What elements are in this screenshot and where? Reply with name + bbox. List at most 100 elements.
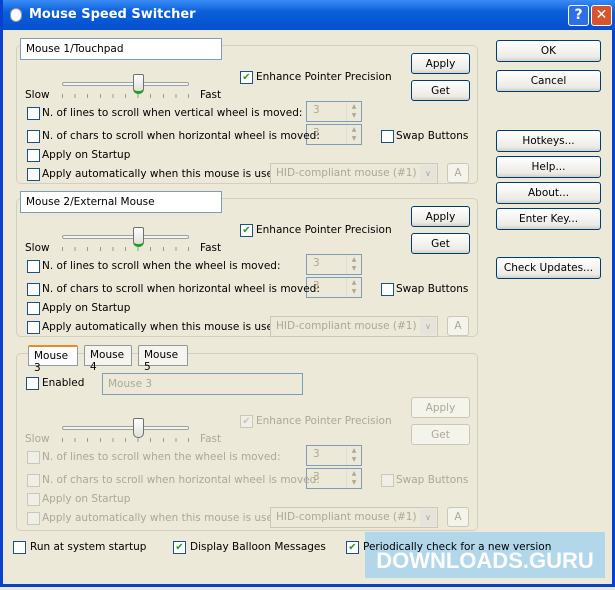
mouse3-startup-checkbox[interactable]: [27, 493, 40, 506]
chevron-down-icon[interactable]: ∨: [420, 318, 436, 335]
help-button[interactable]: Help...: [496, 156, 601, 178]
watermark-logo: DOWNLOADS.GURU: [365, 532, 605, 578]
run-startup-checkbox[interactable]: [13, 541, 26, 554]
spinner-arrows-icon[interactable]: ▲ ▼: [346, 255, 361, 274]
slow-label: Slow: [25, 242, 50, 254]
device-select-value: HID-compliant mouse (#1): [276, 167, 417, 179]
mouse3-swap-checkbox[interactable]: [381, 474, 394, 487]
auto-label: Apply automatically when this mouse is u…: [42, 321, 284, 333]
fast-label: Fast: [200, 89, 222, 101]
mouse2-startup-checkbox[interactable]: [27, 302, 40, 315]
periodic-check-checkbox[interactable]: ✔: [346, 541, 359, 554]
mouse1-swap-checkbox[interactable]: [381, 130, 394, 143]
mouse1-chars-checkbox[interactable]: [27, 130, 40, 143]
check-updates-button[interactable]: Check Updates...: [496, 257, 601, 279]
mouse2-device-select[interactable]: HID-compliant mouse (#1) ∨: [270, 316, 438, 337]
mouse3-chars-checkbox[interactable]: [27, 474, 40, 487]
mouse2-get-button[interactable]: Get: [411, 233, 470, 254]
mouse3-get-button[interactable]: Get: [411, 424, 470, 445]
device-select-value: HID-compliant mouse (#1): [276, 320, 417, 332]
mouse3-slider-ticks: [62, 438, 192, 442]
mouse3-a-button[interactable]: A: [447, 507, 469, 527]
auto-label: Apply automatically when this mouse is u…: [42, 168, 284, 180]
help-title-button[interactable]: ?: [568, 5, 589, 26]
mouse2-swap-checkbox[interactable]: [381, 283, 394, 296]
mouse3-speed-slider-thumb[interactable]: [132, 418, 144, 438]
startup-label: Apply on Startup: [42, 493, 131, 505]
spinner-value[interactable]: 3: [313, 257, 320, 269]
spinner-arrows-icon[interactable]: ▲ ▼: [346, 469, 361, 488]
hotkeys-button[interactable]: Hotkeys...: [496, 130, 601, 152]
chevron-down-icon[interactable]: ∨: [420, 509, 436, 526]
about-button[interactable]: About...: [496, 182, 601, 204]
mouse3-speed-slider-track[interactable]: [62, 426, 189, 430]
balloon-checkbox[interactable]: ✔: [173, 541, 186, 554]
startup-label: Apply on Startup: [42, 149, 131, 161]
tab-mouse-4[interactable]: Mouse 4: [84, 345, 132, 373]
fast-label: Fast: [200, 242, 222, 254]
mouse3-name-input[interactable]: Mouse 3: [102, 373, 303, 395]
slow-label: Slow: [25, 433, 50, 445]
spinner-arrows-icon[interactable]: ▲ ▼: [346, 446, 361, 465]
mouse3-enhance-checkbox[interactable]: ✔: [240, 415, 253, 428]
mouse2-enhance-checkbox[interactable]: ✔: [240, 224, 253, 237]
chars-label: N. of chars to scroll when horizontal wh…: [42, 474, 320, 486]
mouse2-auto-checkbox[interactable]: [27, 321, 40, 334]
mouse2-slider-ticks: [62, 247, 192, 251]
chars-label: N. of chars to scroll when horizontal wh…: [42, 283, 320, 295]
slow-label: Slow: [25, 89, 50, 101]
mouse3-lines-spinner[interactable]: 3 ▲ ▼: [306, 445, 362, 466]
mouse1-lines-checkbox[interactable]: [27, 107, 40, 120]
spinner-arrows-icon[interactable]: ▲ ▼: [346, 125, 361, 144]
ok-button[interactable]: OK: [496, 40, 601, 62]
spinner-value[interactable]: 3: [313, 104, 320, 116]
mouse1-auto-checkbox[interactable]: [27, 168, 40, 181]
mouse2-speed-slider-track[interactable]: [62, 235, 189, 239]
close-button[interactable]: ✕: [591, 5, 612, 26]
mouse1-enhance-checkbox[interactable]: ✔: [240, 71, 253, 84]
mouse1-a-button[interactable]: A: [447, 163, 469, 183]
enhance-label: Enhance Pointer Precision: [256, 415, 392, 427]
enabled-label: Enabled: [42, 377, 85, 389]
mouse1-apply-button[interactable]: Apply: [411, 53, 470, 74]
spinner-value[interactable]: 3: [313, 448, 320, 460]
fast-label: Fast: [200, 433, 222, 445]
mouse1-speed-slider-track[interactable]: [62, 82, 189, 86]
lines-label: N. of lines to scroll when the wheel is …: [42, 451, 281, 463]
mouse3-lines-checkbox[interactable]: [27, 451, 40, 464]
chars-label: N. of chars to scroll when horizontal wh…: [42, 130, 320, 142]
mouse3-apply-button[interactable]: Apply: [411, 397, 470, 418]
swap-label: Swap Buttons: [396, 283, 469, 295]
mouse2-lines-spinner[interactable]: 3 ▲ ▼: [306, 254, 362, 275]
mouse3-device-select[interactable]: HID-compliant mouse (#1) ∨: [270, 507, 438, 528]
startup-label: Apply on Startup: [42, 302, 131, 314]
mouse2-name-input[interactable]: Mouse 2/External Mouse: [20, 191, 222, 213]
mouse1-slider-ticks: [62, 94, 192, 98]
chevron-down-icon[interactable]: ∨: [420, 165, 436, 182]
window-title: Mouse Speed Switcher: [29, 7, 196, 22]
mouse1-get-button[interactable]: Get: [411, 80, 470, 101]
tab-mouse-5[interactable]: Mouse 5: [138, 345, 188, 373]
mouse2-lines-checkbox[interactable]: [27, 260, 40, 273]
spinner-arrows-icon[interactable]: ▲ ▼: [346, 102, 361, 121]
mouse1-lines-spinner[interactable]: 3 ▲ ▼: [306, 101, 362, 122]
enter-key-button[interactable]: Enter Key...: [496, 208, 601, 230]
mouse2-a-button[interactable]: A: [447, 316, 469, 336]
mouse3-enabled-checkbox[interactable]: [26, 377, 39, 390]
mouse3-auto-checkbox[interactable]: [27, 512, 40, 525]
tab-mouse-3[interactable]: Mouse 3: [28, 345, 78, 374]
mouse2-speed-slider-thumb[interactable]: [132, 227, 144, 247]
cancel-button[interactable]: Cancel: [496, 70, 601, 92]
enhance-label: Enhance Pointer Precision: [256, 71, 392, 83]
mouse1-speed-slider-thumb[interactable]: [132, 74, 144, 94]
mouse1-device-select[interactable]: HID-compliant mouse (#1) ∨: [270, 163, 438, 184]
mouse2-apply-button[interactable]: Apply: [411, 206, 470, 227]
balloon-label: Display Balloon Messages: [190, 541, 326, 553]
mouse2-chars-checkbox[interactable]: [27, 283, 40, 296]
spinner-arrows-icon[interactable]: ▲ ▼: [346, 278, 361, 297]
mouse1-name-input[interactable]: Mouse 1/Touchpad: [20, 38, 222, 60]
auto-label: Apply automatically when this mouse is u…: [42, 512, 284, 524]
swap-label: Swap Buttons: [396, 474, 469, 486]
periodic-check-label: Periodically check for a new version: [363, 541, 552, 553]
mouse1-startup-checkbox[interactable]: [27, 149, 40, 162]
